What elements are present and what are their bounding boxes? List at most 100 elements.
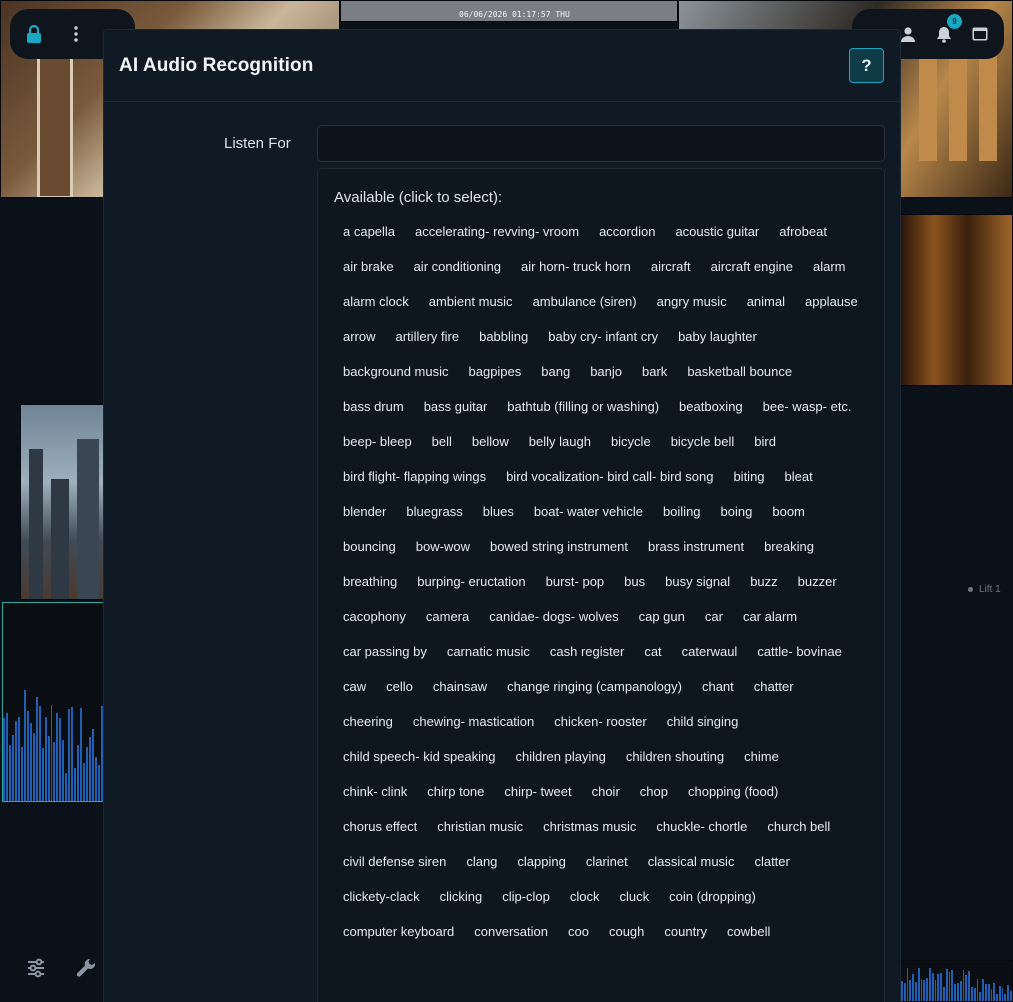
user-icon[interactable] — [898, 24, 918, 44]
available-tag[interactable]: chime — [735, 739, 790, 774]
available-tag[interactable]: classical music — [639, 844, 746, 879]
available-tag[interactable]: canidae- dogs- wolves — [480, 599, 629, 634]
available-tag[interactable]: chant — [693, 669, 745, 704]
available-tag[interactable]: coin (dropping) — [660, 879, 767, 914]
available-tag[interactable]: clip-clop — [493, 879, 561, 914]
available-tag[interactable]: cacophony — [334, 599, 417, 634]
available-tag[interactable]: bird flight- flapping wings — [334, 459, 497, 494]
available-tag[interactable]: child singing — [658, 704, 750, 739]
available-tag[interactable]: change ringing (campanology) — [498, 669, 693, 704]
available-tag[interactable]: applause — [796, 284, 869, 319]
available-tag[interactable]: bell — [423, 424, 463, 459]
available-tag[interactable]: bicycle bell — [662, 424, 746, 459]
available-tag[interactable]: breaking — [755, 529, 825, 564]
available-tag[interactable]: alarm clock — [334, 284, 420, 319]
available-tag[interactable]: cowbell — [718, 914, 781, 949]
available-tag[interactable]: chainsaw — [424, 669, 498, 704]
available-tag[interactable]: acoustic guitar — [666, 214, 770, 249]
available-tag[interactable]: clicking — [431, 879, 494, 914]
available-tag[interactable]: air horn- truck horn — [512, 249, 642, 284]
available-tag[interactable]: chewing- mastication — [404, 704, 545, 739]
available-tag[interactable]: chuckle- chortle — [647, 809, 758, 844]
available-tag[interactable]: bass drum — [334, 389, 415, 424]
available-tag[interactable]: background music — [334, 354, 460, 389]
available-tag[interactable]: bass guitar — [415, 389, 499, 424]
available-tag[interactable]: cash register — [541, 634, 635, 669]
available-tag[interactable]: banjo — [581, 354, 633, 389]
available-tag[interactable]: baby laughter — [669, 319, 768, 354]
available-tag[interactable]: boiling — [654, 494, 712, 529]
available-tag[interactable]: ambulance (siren) — [524, 284, 648, 319]
available-tag[interactable]: beep- bleep — [334, 424, 423, 459]
available-tag[interactable]: chirp- tweet — [495, 774, 582, 809]
available-tag[interactable]: basketball bounce — [678, 354, 803, 389]
available-tag[interactable]: cattle- bovinae — [748, 634, 853, 669]
available-tag[interactable]: belly laugh — [520, 424, 602, 459]
available-tag[interactable]: chop — [631, 774, 679, 809]
available-tag[interactable]: cough — [600, 914, 655, 949]
available-tag[interactable]: clickety-clack — [334, 879, 431, 914]
available-tag[interactable]: clapping — [508, 844, 576, 879]
available-tag[interactable]: chatter — [745, 669, 805, 704]
available-tag[interactable]: a capella — [334, 214, 406, 249]
available-tag[interactable]: chink- clink — [334, 774, 418, 809]
available-tag[interactable]: burst- pop — [537, 564, 616, 599]
available-tag[interactable]: children shouting — [617, 739, 735, 774]
available-tag[interactable]: biting — [724, 459, 775, 494]
available-tag[interactable]: bathtub (filling or washing) — [498, 389, 670, 424]
notification-bell-icon[interactable]: 9 — [934, 14, 962, 44]
available-tag[interactable]: caterwaul — [673, 634, 749, 669]
available-tag[interactable]: church bell — [758, 809, 841, 844]
available-tag[interactable]: boing — [712, 494, 764, 529]
available-tag[interactable]: busy signal — [656, 564, 741, 599]
available-tag[interactable]: accelerating- revving- vroom — [406, 214, 590, 249]
available-tag[interactable]: blender — [334, 494, 397, 529]
available-tag[interactable]: angry music — [648, 284, 738, 319]
available-tag[interactable]: camera — [417, 599, 480, 634]
available-tag[interactable]: chirp tone — [418, 774, 495, 809]
available-tag[interactable]: blues — [474, 494, 525, 529]
available-tag[interactable]: chorus effect — [334, 809, 428, 844]
available-tag[interactable]: car alarm — [734, 599, 808, 634]
available-tag[interactable]: afrobeat — [770, 214, 838, 249]
available-tag[interactable]: bluegrass — [397, 494, 473, 529]
available-tag[interactable]: christian music — [428, 809, 534, 844]
available-tag[interactable]: coo — [559, 914, 600, 949]
available-tag[interactable]: cheering — [334, 704, 404, 739]
available-tag[interactable]: bark — [633, 354, 678, 389]
available-tag[interactable]: cello — [377, 669, 424, 704]
available-tag[interactable]: accordion — [590, 214, 666, 249]
available-tag[interactable]: air brake — [334, 249, 405, 284]
camera-tile-street[interactable]: 06/06/2026 01:17:57 THU — [340, 0, 678, 22]
camera-tile-warehouse[interactable] — [900, 214, 1013, 386]
sliders-icon[interactable] — [26, 958, 46, 978]
available-tag[interactable]: carnatic music — [438, 634, 541, 669]
available-tag[interactable]: computer keyboard — [334, 914, 465, 949]
available-tag[interactable]: chopping (food) — [679, 774, 789, 809]
available-tag[interactable]: beatboxing — [670, 389, 754, 424]
audio-meter-tile-2[interactable] — [900, 960, 1013, 1002]
available-tag[interactable]: caw — [334, 669, 377, 704]
available-tag[interactable]: country — [655, 914, 718, 949]
available-tag[interactable]: clarinet — [577, 844, 639, 879]
available-tag[interactable]: bellow — [463, 424, 520, 459]
listen-for-input[interactable] — [317, 125, 885, 162]
available-tag[interactable]: cat — [635, 634, 672, 669]
available-tag[interactable]: clock — [561, 879, 611, 914]
available-tag[interactable]: conversation — [465, 914, 559, 949]
available-tag[interactable]: bagpipes — [460, 354, 533, 389]
available-tag[interactable]: cluck — [611, 879, 661, 914]
available-tag[interactable]: bicycle — [602, 424, 662, 459]
available-tag[interactable]: cap gun — [630, 599, 696, 634]
available-tag[interactable]: choir — [583, 774, 631, 809]
available-tag[interactable]: car — [696, 599, 734, 634]
audio-meter-tile[interactable] — [2, 602, 104, 802]
available-tag[interactable]: civil defense siren — [334, 844, 457, 879]
available-tag[interactable]: breathing — [334, 564, 408, 599]
more-vertical-icon[interactable] — [66, 24, 86, 44]
available-tag[interactable]: arrow — [334, 319, 387, 354]
available-tag[interactable]: buzz — [741, 564, 788, 599]
available-tag[interactable]: chicken- rooster — [545, 704, 657, 739]
available-tag[interactable]: aircraft — [642, 249, 702, 284]
available-tag[interactable]: artillery fire — [387, 319, 471, 354]
